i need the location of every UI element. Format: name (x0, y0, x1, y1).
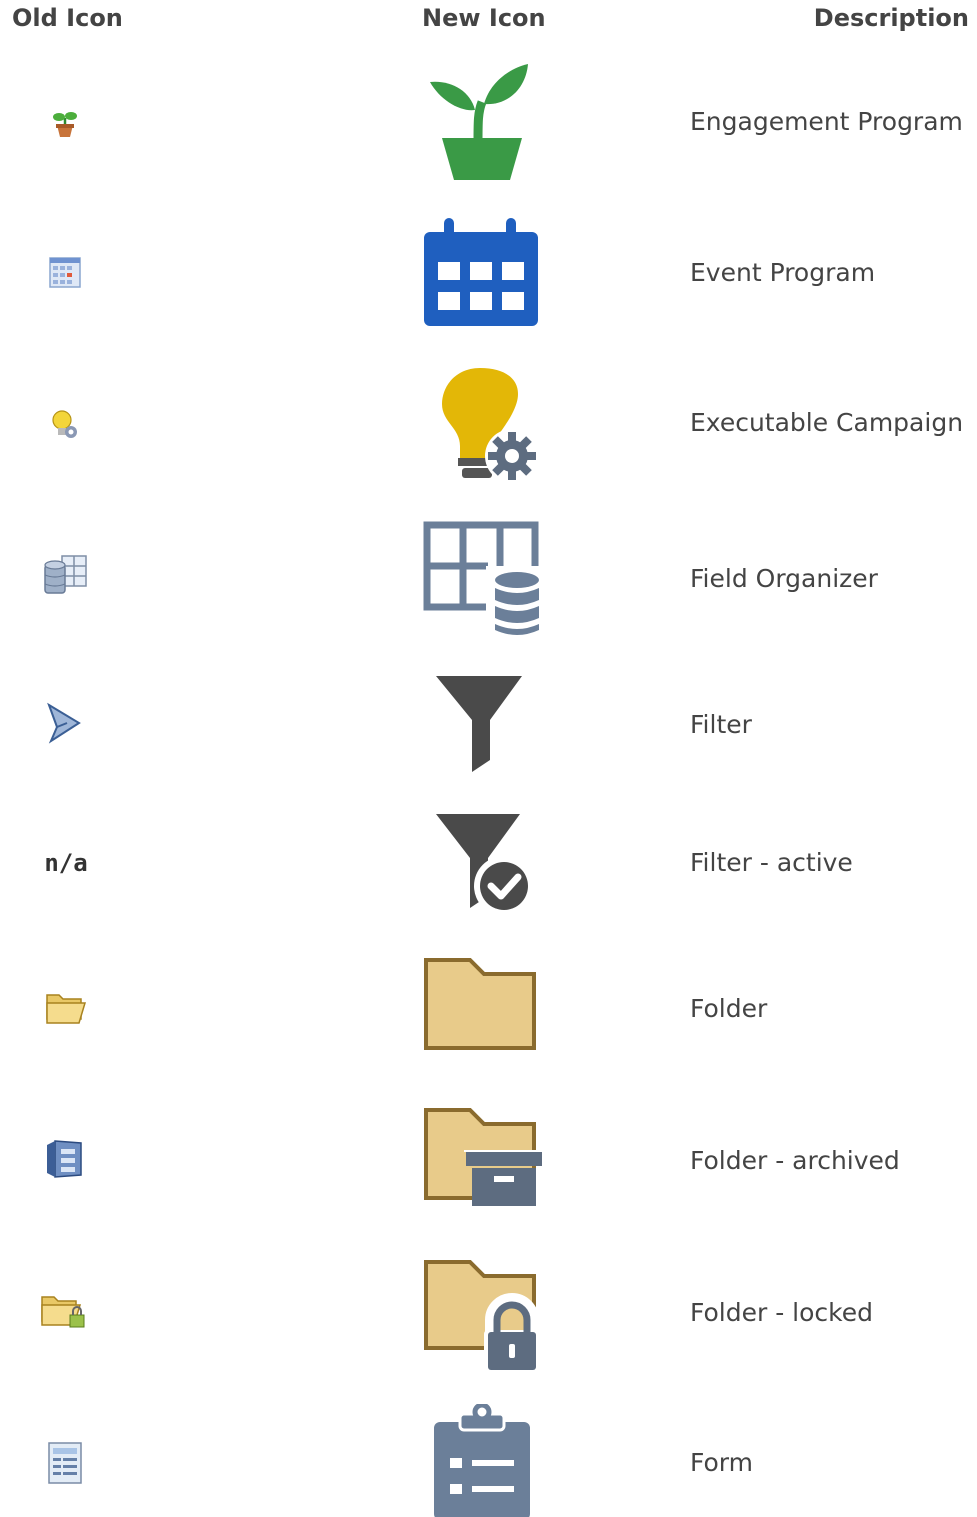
clipboard-form-icon (420, 1404, 544, 1517)
small-database-grid-icon (40, 550, 90, 600)
table-row: Executable Campaign (0, 360, 977, 490)
row-description: Folder - locked (690, 1298, 873, 1327)
small-funnel-icon (40, 698, 90, 748)
table-row: Field Organizer (0, 512, 977, 642)
small-folder-lock-icon (40, 1284, 90, 1334)
row-description: Field Organizer (690, 564, 878, 593)
funnel-icon (420, 664, 544, 788)
row-description: Filter (690, 710, 752, 739)
row-description: Folder - archived (690, 1146, 900, 1175)
row-description: Form (690, 1448, 753, 1477)
row-description: Engagement Program (690, 107, 963, 136)
lightbulb-gear-icon (420, 362, 544, 486)
table-row: Form (0, 1400, 977, 1517)
table-row: Engagement Program (0, 60, 977, 190)
potted-plant-icon (420, 62, 544, 186)
small-folder-icon (40, 982, 90, 1032)
calendar-icon (420, 214, 544, 338)
table-row: n/a Filter - active (0, 800, 977, 930)
grid-database-icon (420, 518, 544, 642)
header-description: Description (813, 4, 969, 32)
small-lightbulb-icon (40, 400, 90, 450)
row-description: Filter - active (690, 848, 853, 877)
folder-archive-icon (420, 1106, 544, 1230)
table-row: Folder - archived (0, 1096, 977, 1226)
small-form-icon (40, 1438, 90, 1488)
row-description: Folder (690, 994, 768, 1023)
old-icon-cell: n/a (40, 838, 92, 888)
table-row: Folder - locked (0, 1246, 977, 1376)
small-potted-plant-icon (40, 98, 90, 148)
row-description: Event Program (690, 258, 876, 287)
small-archive-cabinet-icon (40, 1134, 90, 1184)
row-description: Executable Campaign (690, 408, 964, 437)
small-calendar-icon (40, 247, 90, 297)
table-row: Filter (0, 660, 977, 790)
table-row: Event Program (0, 210, 977, 340)
na-label: n/a (44, 849, 88, 877)
table-row: Folder (0, 944, 977, 1074)
folder-lock-icon (420, 1258, 544, 1382)
funnel-check-icon (420, 806, 544, 930)
header-old-icon: Old Icon (12, 4, 123, 32)
folder-icon (420, 952, 544, 1076)
header-new-icon: New Icon (422, 4, 546, 32)
